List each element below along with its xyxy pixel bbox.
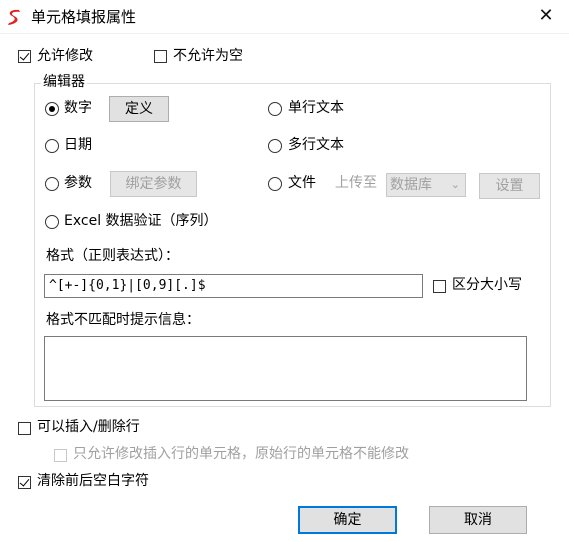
excel-validation-radio[interactable]: [45, 215, 59, 229]
upload-target-value: 数据库: [390, 177, 432, 193]
disallow-empty-label: 不允许为空: [173, 48, 243, 64]
only-inserted-rows-label: 只允许修改插入行的单元格，原始行的单元格不能修改: [73, 446, 409, 462]
mismatch-message-textarea[interactable]: [44, 336, 527, 401]
format-label: 格式（正则表达式）：: [46, 248, 179, 264]
chevron-down-icon: ⌄: [450, 178, 460, 191]
file-radio[interactable]: [268, 177, 282, 191]
define-button[interactable]: 定义: [109, 96, 169, 122]
case-sensitive-label: 区分大小写: [452, 277, 522, 293]
allow-modify-checkbox[interactable]: [18, 50, 31, 63]
disallow-empty-checkbox[interactable]: [154, 50, 167, 63]
param-radio[interactable]: [45, 177, 59, 191]
upload-target-select[interactable]: 数据库 ⌄: [386, 173, 466, 197]
window-title: 单元格填报属性: [31, 8, 137, 26]
excel-validation-label: Excel 数据验证（序列）: [64, 213, 218, 229]
date-radio[interactable]: [45, 139, 59, 153]
insert-delete-rows-checkbox[interactable]: [18, 422, 31, 435]
ok-button[interactable]: 确定: [298, 506, 397, 534]
trim-spaces-checkbox[interactable]: [18, 476, 31, 489]
format-regex-input[interactable]: ^[+-]{0,1}|[0,9][.]$: [44, 274, 423, 298]
trim-spaces-label: 清除前后空白字符: [37, 473, 149, 489]
close-icon[interactable]: ✕: [534, 4, 558, 28]
app-logo-icon: [8, 9, 20, 25]
single-line-text-label: 单行文本: [288, 100, 344, 116]
multi-line-text-label: 多行文本: [288, 137, 344, 153]
param-label: 参数: [64, 175, 92, 191]
insert-delete-rows-label: 可以插入/删除行: [37, 419, 140, 435]
multi-line-text-radio[interactable]: [268, 139, 282, 153]
file-label: 文件: [288, 175, 316, 191]
editor-group-title: 编辑器: [41, 73, 87, 91]
single-line-text-radio[interactable]: [268, 102, 282, 116]
only-inserted-rows-checkbox[interactable]: [54, 449, 67, 462]
cancel-button[interactable]: 取消: [429, 506, 527, 534]
number-label: 数字: [64, 100, 92, 116]
upload-to-label: 上传至: [335, 175, 377, 191]
format-regex-value: ^[+-]{0,1}|[0,9][.]$: [49, 278, 206, 293]
number-radio[interactable]: [45, 102, 59, 116]
title-divider: [0, 33, 569, 34]
allow-modify-label: 允许修改: [37, 48, 93, 64]
settings-button[interactable]: 设置: [479, 173, 540, 199]
bind-param-button[interactable]: 绑定参数: [110, 171, 197, 197]
mismatch-message-label: 格式不匹配时提示信息：: [46, 312, 200, 328]
case-sensitive-checkbox[interactable]: [433, 280, 446, 293]
date-label: 日期: [64, 137, 92, 153]
